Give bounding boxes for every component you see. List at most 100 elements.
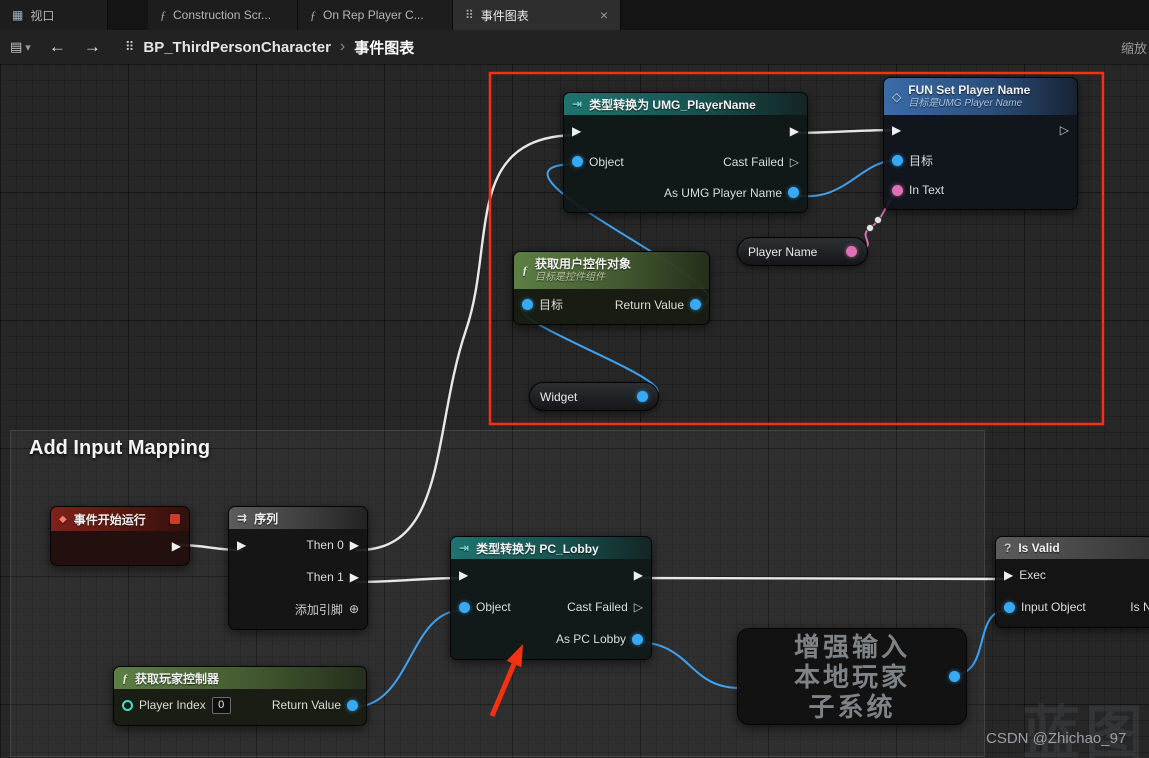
object-pin[interactable] (459, 601, 470, 613)
variable-label: Player Name (748, 244, 818, 259)
function-icon: ◇ (892, 89, 902, 104)
blueprint-icon: ⠿ (124, 39, 135, 54)
watermark-background: 蓝图 (1022, 701, 1149, 758)
cast-icon: ⇥ (459, 541, 470, 555)
tab-label: 事件图表 (480, 8, 529, 23)
widget-output-pin[interactable] (637, 391, 648, 402)
watermark-text: CSDN @Zhichao_97 (986, 730, 1127, 747)
pin-label: As UMG Player Name (663, 185, 782, 200)
node-sequence[interactable]: ⇉ 序列 ▶ Then 0 ▶ Then 1 ▶ 添加引脚 ⊕ (228, 506, 368, 630)
panel-icon[interactable]: ▤ (10, 39, 22, 55)
pin-label: Input Object (1021, 600, 1086, 614)
return-value-pin[interactable] (347, 699, 358, 711)
as-umg-player-name-pin[interactable] (788, 187, 799, 198)
target-pin[interactable] (522, 299, 533, 310)
tab-label: Construction Scr... (173, 8, 272, 22)
return-value-pin[interactable] (949, 671, 960, 682)
add-icon: ⊕ (348, 602, 359, 616)
pin-label: 目标 (909, 153, 934, 168)
pin-label: Object (476, 600, 511, 614)
node-get-player-controller[interactable]: ƒ 获取玩家控制器 Player Index 0 Return Value (113, 666, 367, 726)
pin-label: Cast Failed (723, 154, 784, 169)
back-button[interactable]: ← (49, 37, 66, 57)
chevron-down-icon[interactable]: ▾ (25, 41, 31, 54)
object-pin[interactable] (572, 156, 583, 167)
node-cast-umg-playername[interactable]: ⇥ 类型转换为 UMG_PlayerName ▶ ▶ Object Cast F… (563, 92, 808, 213)
pin-label: In Text (909, 183, 945, 197)
node-header: ƒ 获取玩家控制器 (114, 667, 366, 689)
node-event-begin-play[interactable]: ◆ 事件开始运行 ▶ (50, 506, 190, 566)
event-icon: ◆ (59, 513, 67, 525)
then1-pin[interactable]: ▶ (350, 571, 359, 583)
breadcrumb-root[interactable]: BP_ThirdPersonCharacter (143, 39, 331, 56)
node-is-valid[interactable]: ? Is Valid ▶ Exec Input Object Is Not Val… (995, 536, 1149, 628)
tab-on-rep-player[interactable]: ƒ On Rep Player C... (298, 0, 453, 30)
function-icon: ƒ (160, 7, 166, 22)
node-header: ◆ 事件开始运行 (51, 507, 189, 531)
node-title: 事件开始运行 (73, 512, 146, 527)
pure-function-icon: ƒ (522, 263, 528, 277)
node-title-line: 子系统 (808, 691, 896, 722)
pin-label: Exec (1019, 568, 1046, 582)
tab-event-graph[interactable]: ⠿ 事件图表 × (453, 0, 621, 30)
node-header: ◇ FUN Set Player Name 目标是UMG Player Name (884, 78, 1077, 115)
cast-failed-pin[interactable]: ▷ (634, 601, 643, 613)
blueprint-editor: ▦ 视口 ƒ Construction Scr... ƒ On Rep Play… (0, 0, 1149, 758)
forward-button[interactable]: → (84, 37, 101, 57)
as-pc-lobby-pin[interactable] (632, 633, 643, 645)
then0-pin[interactable]: ▶ (350, 539, 359, 551)
node-title: 类型转换为 UMG_PlayerName (589, 97, 756, 112)
viewport-icon: ▦ (12, 8, 24, 22)
variable-label: Widget (540, 389, 578, 404)
exec-out-pin[interactable]: ▷ (1060, 124, 1069, 136)
player-index-pin[interactable] (122, 699, 133, 711)
pin-label: Return Value (614, 297, 684, 312)
pure-function-icon: ƒ (122, 670, 128, 685)
tab-bar: ▦ 视口 ƒ Construction Scr... ƒ On Rep Play… (0, 0, 1149, 30)
node-header: ⇥ 类型转换为 PC_Lobby (451, 537, 651, 559)
node-header: ƒ 获取用户控件对象 目标是控件组件 (514, 252, 709, 289)
node-title: 序列 (254, 511, 279, 526)
node-title-line: 本地玩家 (793, 661, 910, 692)
player-name-output-pin[interactable] (846, 246, 857, 257)
graph-icon: ⠿ (465, 8, 474, 22)
sequence-icon: ⇉ (237, 511, 248, 525)
node-title: Is Valid (1018, 541, 1060, 555)
node-cast-pc-lobby[interactable]: ⇥ 类型转换为 PC_Lobby ▶ ▶ Object Cast Failed ▷… (450, 536, 652, 660)
node-get-user-widget-object[interactable]: ƒ 获取用户控件对象 目标是控件组件 目标 Return Value (513, 251, 710, 325)
add-pin-button[interactable]: 添加引脚 ⊕ (295, 601, 359, 618)
exec-out-pin[interactable]: ▶ (790, 125, 799, 137)
cast-failed-pin[interactable]: ▷ (790, 156, 799, 168)
graph-toolbar: ▤ ▾ ← → ⠿ BP_ThirdPersonCharacter › 事件图表… (0, 30, 1149, 65)
breadcrumb-current[interactable]: 事件图表 (354, 37, 414, 58)
exec-out-pin[interactable]: ▶ (172, 540, 181, 552)
variable-node-widget[interactable]: Widget (529, 382, 659, 411)
input-object-pin[interactable] (1004, 601, 1015, 613)
pin-label: As PC Lobby (555, 632, 626, 646)
node-fun-set-player-name[interactable]: ◇ FUN Set Player Name 目标是UMG Player Name… (883, 77, 1078, 210)
close-icon[interactable]: × (600, 7, 608, 23)
exec-in-pin[interactable]: ▶ (459, 569, 468, 581)
exec-in-pin[interactable]: ▶ (237, 539, 246, 551)
comment-title: Add Input Mapping (29, 437, 211, 459)
pin-label: Player Index (139, 698, 206, 712)
pin-label: Object (589, 154, 624, 169)
tab-viewport[interactable]: ▦ 视口 (0, 0, 108, 30)
tab-label: 视口 (30, 8, 55, 23)
node-enhanced-input-local-player-subsystem[interactable]: 增强输入 本地玩家 子系统 (737, 628, 967, 725)
node-title-line: 增强输入 (793, 631, 910, 662)
node-title: 类型转换为 PC_Lobby (476, 541, 599, 556)
question-icon: ? (1004, 541, 1012, 555)
target-pin[interactable] (892, 154, 903, 166)
exec-in-pin[interactable]: ▶ (1004, 569, 1013, 581)
in-text-pin[interactable] (892, 184, 903, 196)
tab-construction-script[interactable]: ƒ Construction Scr... (148, 0, 298, 30)
return-value-pin[interactable] (690, 299, 701, 310)
exec-in-pin[interactable]: ▶ (892, 124, 901, 136)
exec-out-pin[interactable]: ▶ (634, 569, 643, 581)
player-index-value[interactable]: 0 (211, 696, 231, 714)
pin-label: 目标 (539, 298, 564, 312)
exec-in-pin[interactable]: ▶ (572, 125, 581, 137)
node-header: ? Is Valid (996, 537, 1149, 559)
variable-node-player-name[interactable]: Player Name (737, 237, 868, 266)
